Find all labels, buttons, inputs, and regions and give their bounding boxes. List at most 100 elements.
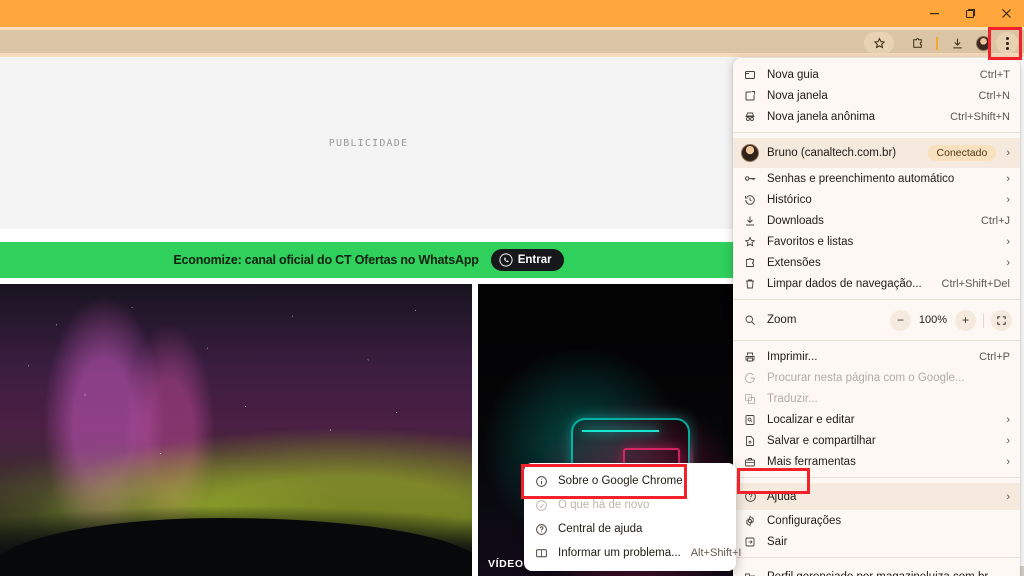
menu-label: Ajuda: [767, 490, 797, 503]
three-dot-menu-icon: [1005, 36, 1009, 40]
video-badge-label: VÍDEO: [488, 557, 524, 570]
menu-item-extensoes[interactable]: Extensões ›: [733, 252, 1020, 273]
whats-new-icon: [524, 499, 558, 512]
extensions-button[interactable]: [904, 32, 930, 54]
submenu-label: Sobre o Google Chrome: [558, 475, 683, 487]
whatsapp-banner[interactable]: Economize: canal oficial do CT Ofertas n…: [0, 242, 737, 278]
menu-shortcut: Ctrl+Shift+N: [950, 110, 1010, 123]
menu-item-sair[interactable]: Sair: [733, 531, 1020, 552]
downloads-button[interactable]: [944, 32, 970, 54]
zoom-label: Zoom: [767, 314, 797, 326]
menu-label: Imprimir...: [767, 350, 818, 363]
trash-icon: [733, 278, 767, 290]
maximize-button[interactable]: [952, 0, 988, 27]
advertisement-placeholder: PUBLICIDADE: [0, 57, 737, 229]
zoom-in-button[interactable]: +: [955, 309, 976, 331]
avatar: [733, 144, 767, 162]
zoom-divider: [983, 312, 984, 328]
chevron-right-icon: ›: [1006, 413, 1010, 426]
neon-teal-line: [581, 430, 660, 432]
key-icon: [733, 172, 767, 185]
menu-label: Perfil gerenciado por magazineluiza.com.…: [767, 571, 1010, 576]
three-dot-menu-button[interactable]: [996, 32, 1018, 54]
menu-item-nova-guia[interactable]: Nova guia Ctrl+T: [733, 64, 1020, 85]
report-problem-icon: [524, 547, 558, 560]
close-icon: [1001, 9, 1011, 18]
menu-separator: [733, 557, 1020, 558]
incognito-icon: [733, 111, 767, 123]
bookmark-button[interactable]: [864, 32, 894, 54]
menu-label: Sair: [767, 535, 788, 548]
menu-separator: [733, 299, 1020, 300]
submenu-item-sobre-chrome[interactable]: Sobre o Google Chrome: [524, 469, 736, 493]
menu-item-mais-ferramentas[interactable]: Mais ferramentas ›: [733, 451, 1020, 472]
menu-label: Traduzir...: [767, 392, 818, 405]
menu-shortcut: Ctrl+N: [978, 89, 1010, 102]
exit-icon: [733, 536, 767, 548]
menu-item-favoritos[interactable]: Favoritos e listas ›: [733, 231, 1020, 252]
translate-icon: [733, 393, 767, 405]
toolbox-icon: [733, 456, 767, 468]
menu-label: Nova guia: [767, 68, 819, 81]
whatsapp-enter-label: Entrar: [517, 254, 552, 266]
menu-item-nova-janela[interactable]: Nova janela Ctrl+N: [733, 85, 1020, 106]
menu-item-configuracoes[interactable]: Configurações: [733, 510, 1020, 531]
save-share-icon: [733, 435, 767, 447]
submenu-item-central-de-ajuda[interactable]: Central de ajuda: [524, 517, 736, 541]
menu-label: Nova janela: [767, 89, 828, 102]
menu-item-perfil-gerenciado[interactable]: Perfil gerenciado por magazineluiza.com.…: [733, 563, 1020, 576]
whatsapp-enter-button[interactable]: Entrar: [490, 249, 564, 271]
new-tab-icon: [733, 69, 767, 81]
menu-item-ajuda[interactable]: Ajuda ›: [733, 483, 1020, 510]
profile-button[interactable]: [970, 32, 996, 54]
menu-label: Favoritos e listas: [767, 235, 854, 248]
help-submenu: Sobre o Google Chrome O que há de novo C…: [524, 463, 741, 571]
menu-label: Senhas e preenchimento automático: [767, 172, 955, 185]
menu-item-limpar-dados[interactable]: Limpar dados de navegação... Ctrl+Shift+…: [733, 273, 1020, 294]
menu-label: Salvar e compartilhar: [767, 434, 876, 447]
submenu-shortcut: Alt+Shift+I: [690, 547, 742, 559]
settings-gear-icon: [733, 514, 767, 527]
menu-item-localizar-editar[interactable]: Localizar e editar ›: [733, 409, 1020, 430]
help-circle-icon: [733, 490, 767, 503]
info-circle-icon: [524, 475, 558, 488]
aurora-article-card[interactable]: [0, 284, 472, 576]
menu-shortcut: Ctrl+P: [979, 350, 1010, 363]
menu-item-senhas[interactable]: Senhas e preenchimento automático ›: [733, 168, 1020, 189]
chevron-right-icon: ›: [1006, 193, 1010, 206]
menu-item-nova-janela-anonima[interactable]: Nova janela anônima Ctrl+Shift+N: [733, 106, 1020, 127]
download-icon: [733, 215, 767, 227]
profile-avatar-icon: [975, 35, 991, 51]
close-button[interactable]: [988, 0, 1024, 27]
maximize-icon: [965, 9, 975, 19]
fullscreen-button[interactable]: [991, 309, 1012, 331]
bookmark-star-icon: [873, 36, 885, 49]
menu-label: Histórico: [767, 193, 812, 206]
menu-label: Limpar dados de navegação...: [767, 277, 922, 290]
menu-item-downloads[interactable]: Downloads Ctrl+J: [733, 210, 1020, 231]
menu-item-profile[interactable]: Bruno (canaltech.com.br) Conectado ›: [733, 138, 1020, 168]
fullscreen-icon: [997, 315, 1006, 325]
menu-item-historico[interactable]: Histórico ›: [733, 189, 1020, 210]
printer-icon: [733, 351, 767, 363]
new-window-icon: [733, 90, 767, 102]
whatsapp-banner-text: Economize: canal oficial do CT Ofertas n…: [173, 253, 479, 267]
menu-item-traduzir: Traduzir...: [733, 388, 1020, 409]
chevron-right-icon: ›: [1006, 235, 1010, 248]
window-title-bar: [0, 0, 1024, 27]
zoom-out-button[interactable]: −: [890, 309, 911, 331]
menu-item-imprimir[interactable]: Imprimir... Ctrl+P: [733, 346, 1020, 367]
business-icon: [733, 571, 767, 576]
menu-label: Procurar nesta página com o Google...: [767, 371, 965, 384]
minimize-button[interactable]: [916, 0, 952, 27]
help-circle-icon: [524, 523, 558, 536]
chevron-right-icon: ›: [1006, 147, 1010, 159]
menu-separator: [733, 340, 1020, 341]
ad-label: PUBLICIDADE: [328, 137, 409, 149]
puzzle-icon: [733, 257, 767, 269]
menu-item-salvar-compartilhar[interactable]: Salvar e compartilhar ›: [733, 430, 1020, 451]
submenu-item-informar-problema[interactable]: Informar um problema... Alt+Shift+I: [524, 541, 741, 565]
profile-label: Bruno (canaltech.com.br): [767, 147, 897, 159]
chevron-right-icon: ›: [1006, 172, 1010, 185]
menu-shortcut: Ctrl+Shift+Del: [941, 277, 1010, 290]
